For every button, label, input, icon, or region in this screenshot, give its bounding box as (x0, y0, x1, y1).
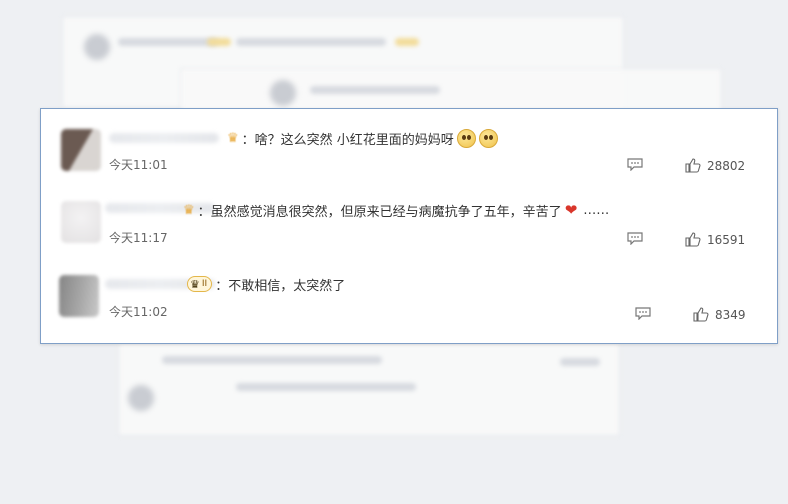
comment-item: ♛ ： 啥？这么突然 小红花里面的妈妈呀 今天11:01 28802 (41, 109, 777, 183)
comment-text: 啥？这么突然 小红花里面的妈妈呀 (254, 132, 454, 148)
comments-card: ♛ ： 啥？这么突然 小红花里面的妈妈呀 今天11:01 28802 ♛ ： 虽… (40, 108, 778, 344)
avatar[interactable] (59, 275, 99, 317)
comment-item: ♛ II ： 不敢相信，太突然了 今天11:02 8349 (41, 255, 777, 329)
red-heart-icon: ❤ (564, 201, 578, 219)
like-count: 16591 (707, 232, 746, 247)
comment-line: ♛ ： 啥？这么突然 小红花里面的妈妈呀 (227, 128, 498, 148)
reply-icon[interactable] (627, 232, 643, 245)
reply-icon[interactable] (635, 307, 651, 320)
timestamp: 今天11:02 (109, 305, 168, 319)
reply-icon[interactable] (627, 158, 643, 171)
comment-line: ♛ II ： 不敢相信，太突然了 (187, 275, 346, 294)
thumbs-up-icon (693, 307, 709, 322)
background-text (118, 38, 218, 46)
thumbs-up-icon (685, 232, 701, 247)
timestamp: 今天11:01 (109, 158, 168, 172)
ellipsis: …… (583, 202, 610, 218)
vip-badge-icon: ♛ II (187, 276, 213, 292)
like-button[interactable]: 16591 (685, 232, 745, 247)
background-avatar (270, 80, 296, 106)
avatar[interactable] (61, 129, 101, 171)
like-button[interactable]: 28802 (685, 158, 745, 173)
comment-text: 不敢相信，太突然了 (228, 278, 346, 294)
crown-icon: ♛ (227, 130, 239, 146)
comment-item: ♛ ： 虽然感觉消息很突然，但原来已经与病魔抗争了五年，辛苦了 ❤ …… 今天1… (41, 181, 777, 255)
avatar[interactable] (61, 201, 101, 243)
background-text (560, 358, 600, 366)
pleading-face-icon (478, 128, 498, 148)
pleading-face-icon (456, 128, 476, 148)
background-text (236, 383, 416, 391)
background-text (236, 38, 386, 46)
like-button[interactable]: 8349 (693, 307, 746, 322)
background-avatar (84, 34, 110, 60)
background-badge (395, 38, 419, 46)
like-count: 8349 (715, 307, 746, 322)
comment-text: 虽然感觉消息很突然，但原来已经与病魔抗争了五年，辛苦了 (210, 204, 562, 220)
background-avatar (128, 385, 154, 411)
background-text (162, 356, 382, 364)
crown-icon: ♛ (183, 202, 195, 218)
username-blurred[interactable] (109, 133, 219, 143)
colon: ： (215, 278, 229, 294)
timestamp: 今天11:17 (109, 231, 168, 245)
thumbs-up-icon (685, 158, 701, 173)
colon: ： (197, 204, 211, 220)
comment-line: ♛ ： 虽然感觉消息很突然，但原来已经与病魔抗争了五年，辛苦了 ❤ …… (183, 201, 610, 220)
like-count: 28802 (707, 158, 746, 173)
background-text (310, 86, 440, 94)
background-badge (207, 38, 231, 46)
colon: ： (241, 132, 255, 148)
